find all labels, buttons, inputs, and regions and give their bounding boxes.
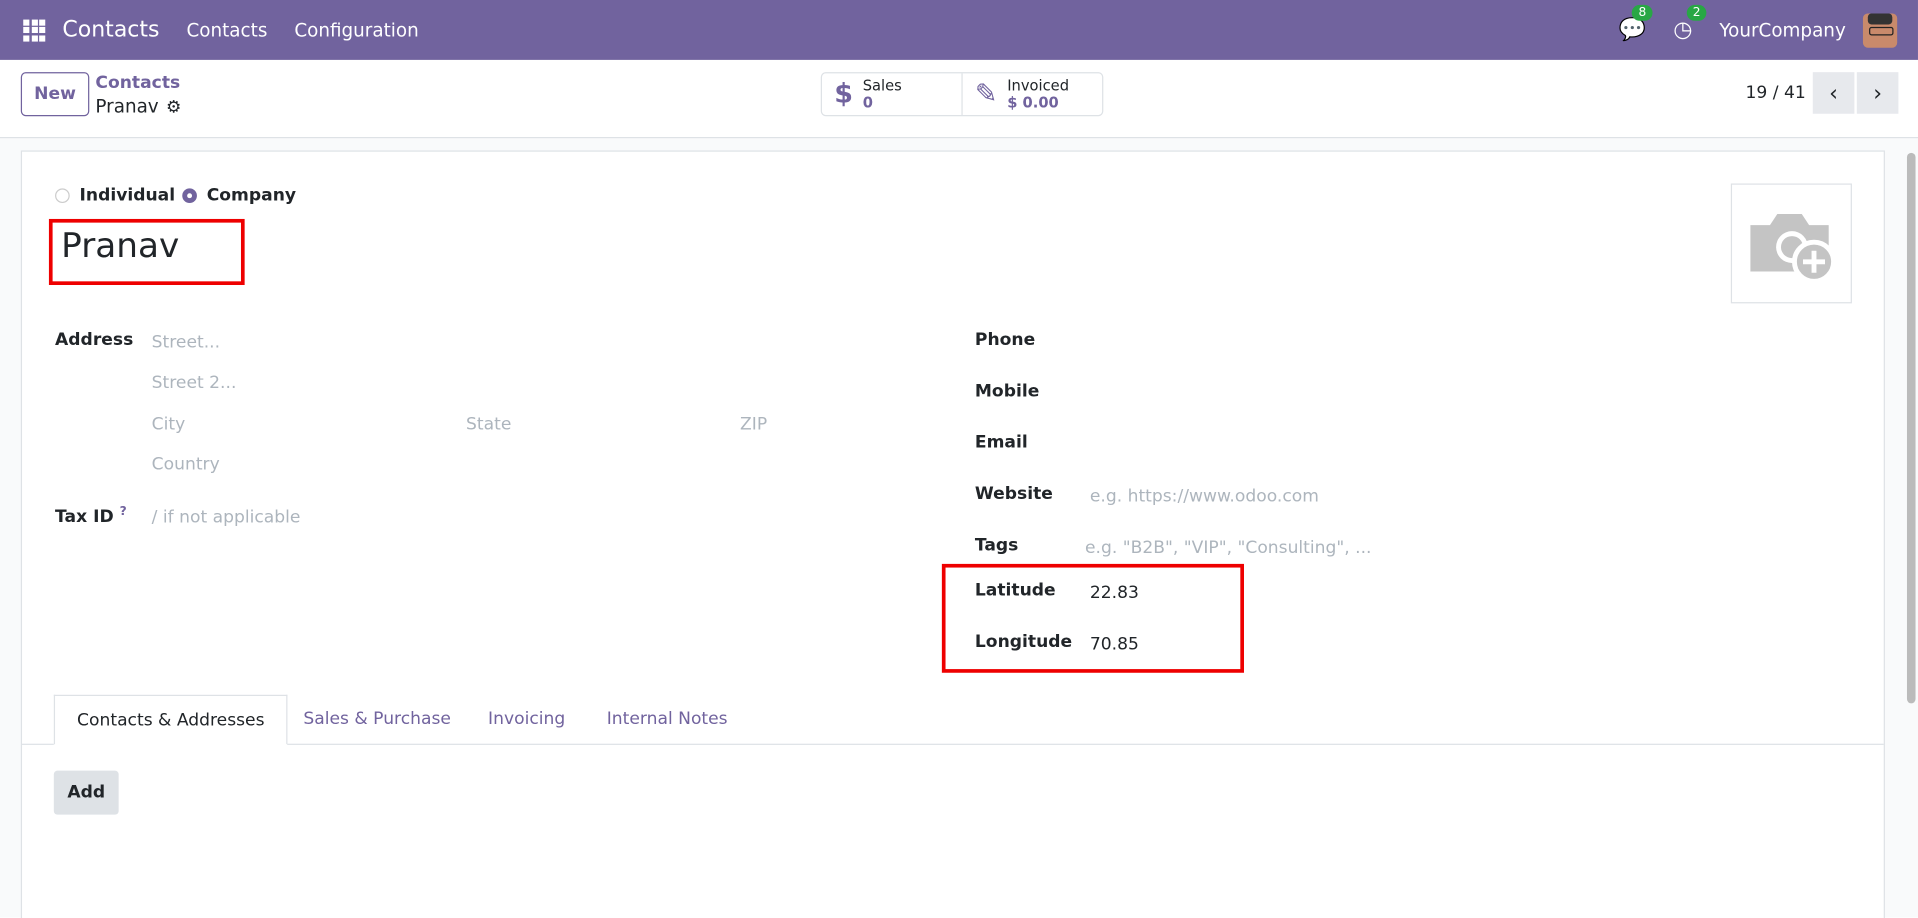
control-panel: New Contacts Pranav ⚙ $ Sales 0 ✎ Invoiced $ …	[0, 59, 1918, 139]
menu-contacts[interactable]: Contacts	[186, 19, 267, 41]
top-navbar: Contacts Contacts Configuration 💬 8 ◷ 2 Yo…	[0, 0, 1918, 60]
breadcrumb-current-label: Pranav	[95, 95, 159, 118]
radio-circle[interactable]	[55, 188, 70, 204]
taxid-input[interactable]: / if not applicable	[152, 508, 301, 528]
highlight-box	[48, 218, 245, 286]
radio-individual[interactable]: Individual	[55, 185, 176, 206]
app-root: Contacts Contacts Configuration 💬 8 ◷ 2 Yo…	[0, 0, 1918, 918]
activities-badge: 2	[1686, 4, 1707, 21]
company-switcher[interactable]: YourCompany	[1719, 19, 1845, 41]
new-button[interactable]: New	[20, 72, 90, 117]
street2-input[interactable]: Street 2...	[152, 373, 237, 393]
street-input[interactable]: Street...	[152, 333, 220, 353]
address-label: Address	[55, 330, 134, 350]
user-avatar[interactable]	[1862, 12, 1898, 48]
tab-sales-purchase[interactable]: Sales & Purchase	[281, 695, 473, 744]
apps-menu-icon[interactable]	[23, 18, 46, 41]
tab-contacts-addresses[interactable]: Contacts & Addresses	[53, 694, 288, 745]
pager-value[interactable]: 19 / 41	[1746, 83, 1806, 103]
help-icon[interactable]: ?	[120, 505, 127, 518]
sales-button[interactable]: $ Sales 0	[822, 73, 963, 115]
breadcrumb-parent[interactable]: Contacts	[95, 73, 180, 93]
next-record-button[interactable]: ›	[1856, 72, 1899, 114]
sales-value: 0	[862, 94, 873, 112]
radio-company[interactable]: Company	[182, 185, 297, 206]
breadcrumb-current: Pranav ⚙	[95, 95, 181, 117]
tags-label: Tags	[974, 535, 1019, 556]
taxid-label: Tax ID ?	[55, 505, 127, 527]
radio-label: Company	[206, 185, 297, 206]
city-input[interactable]: City	[152, 415, 186, 435]
sales-label: Sales	[862, 77, 902, 95]
form-sheet: Individual Company Pranav Address Street…	[20, 150, 1885, 918]
tags-input[interactable]: e.g. "B2B", "VIP", "Consulting", ...	[1085, 538, 1371, 558]
previous-record-button[interactable]: ‹	[1812, 72, 1855, 114]
tab-internal-notes[interactable]: Internal Notes	[585, 695, 750, 744]
website-input[interactable]: e.g. https://www.odoo.com	[1090, 487, 1319, 507]
tab-invoicing[interactable]: Invoicing	[466, 695, 587, 744]
camera-plus-icon	[1749, 214, 1836, 284]
state-input[interactable]: State	[466, 415, 511, 435]
zip-input[interactable]: ZIP	[740, 415, 767, 435]
phone-label: Phone	[974, 330, 1036, 350]
add-contact-button[interactable]: Add	[53, 770, 119, 815]
dollar-icon: $	[834, 78, 853, 110]
edit-icon: ✎	[974, 78, 998, 110]
highlight-box	[941, 563, 1244, 673]
gear-icon[interactable]: ⚙	[166, 98, 181, 118]
radio-circle[interactable]	[182, 188, 197, 204]
menu-configuration[interactable]: Configuration	[294, 19, 418, 41]
invoiced-label: Invoiced	[1007, 77, 1070, 95]
messages-badge: 8	[1632, 4, 1653, 21]
country-input[interactable]: Country	[152, 455, 220, 475]
activities-icon[interactable]: ◷ 2	[1673, 4, 1707, 43]
messages-icon[interactable]: 💬 8	[1619, 4, 1653, 43]
mobile-label: Mobile	[974, 381, 1040, 402]
invoiced-button[interactable]: ✎ Invoiced $ 0.00	[963, 73, 1102, 115]
app-title[interactable]: Contacts	[62, 17, 159, 43]
invoiced-value: $ 0.00	[1007, 94, 1059, 112]
taxid-label-text: Tax ID	[55, 507, 114, 527]
notebook-tabs: Contacts & Addresses Sales & Purchase In…	[22, 694, 1884, 745]
email-label: Email	[974, 433, 1028, 453]
website-label: Website	[974, 484, 1053, 504]
radio-label: Individual	[79, 185, 176, 206]
scrollbar[interactable]	[1906, 152, 1916, 704]
smart-buttons: $ Sales 0 ✎ Invoiced $ 0.00	[820, 72, 1104, 117]
image-upload[interactable]	[1730, 183, 1852, 304]
